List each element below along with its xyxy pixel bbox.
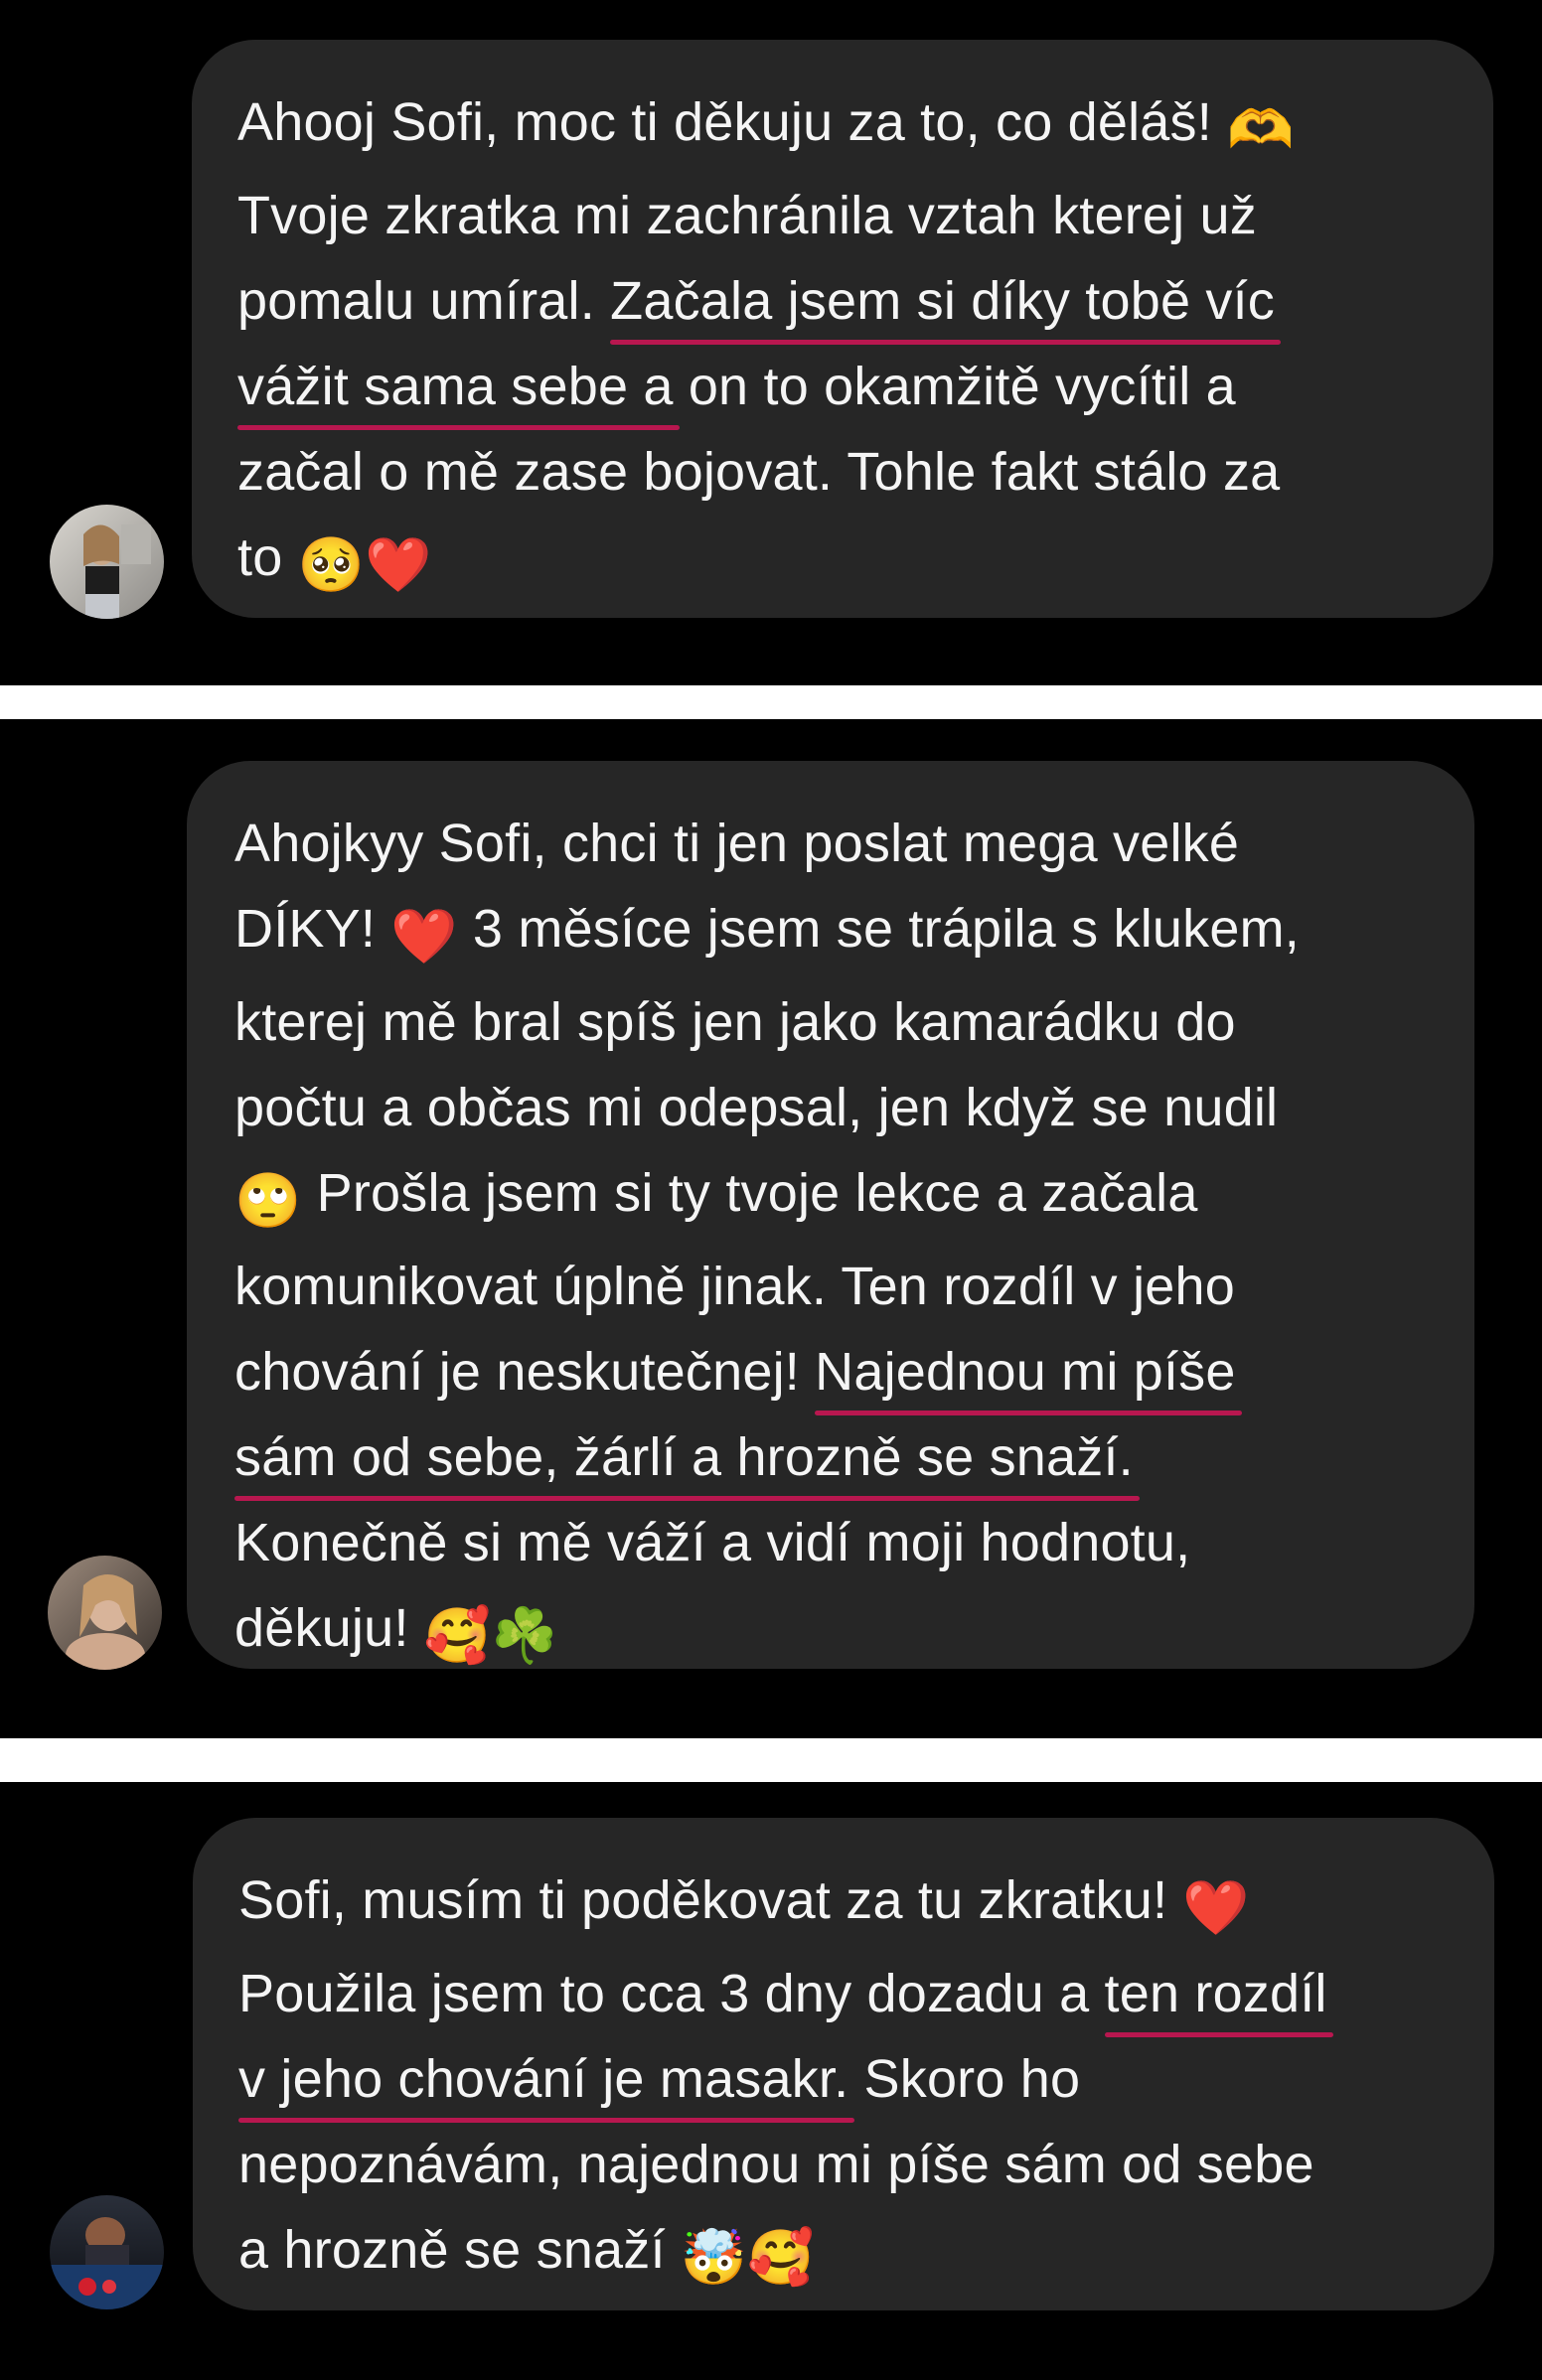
message-line: a hrozně se snaží 🤯🥰	[238, 2207, 1494, 2301]
message-text-segment: DÍKY!	[234, 899, 391, 959]
message-text-segment: Ahojkyy Sofi, chci ti jen poslat mega ve…	[234, 814, 1240, 873]
message-bubble: Ahojkyy Sofi, chci ti jen poslat mega ve…	[187, 761, 1474, 1669]
highlighted-text-underlined: v jeho chování je masakr.	[238, 2049, 849, 2109]
message-line: komunikovat úplně jinak. Ten rozdíl v je…	[234, 1244, 1474, 1329]
message-text-segment: nepoznávám, najednou mi píše sám od sebe	[238, 2135, 1314, 2194]
message-text: Sofi, musím ti poděkovat za tu zkratku! …	[238, 1858, 1494, 2301]
message-line: kterej mě bral spíš jen jako kamarádku d…	[234, 979, 1474, 1065]
message-line: 🙄 Prošla jsem si ty tvoje lekce a začala	[234, 1150, 1474, 1244]
message-text-segment: pomalu umíral.	[237, 271, 611, 331]
emoji-icon: 🥺❤️	[297, 535, 432, 595]
message-line: začal o mě zase bojovat. Tohle fakt stál…	[237, 429, 1493, 515]
message-line: DÍKY! ❤️ 3 měsíce jsem se trápila s kluk…	[234, 886, 1474, 979]
highlighted-text-underlined: Najednou mi píše	[815, 1342, 1236, 1402]
highlighted-text-underlined: ten rozdíl	[1104, 1964, 1327, 2023]
message-text-segment: on to okamžitě vycítil a	[673, 357, 1236, 416]
emoji-icon: 🥰☘️	[423, 1606, 558, 1666]
emoji-icon: ❤️	[1182, 1878, 1250, 1938]
message-bubble: Sofi, musím ti poděkovat za tu zkratku! …	[193, 1818, 1494, 2310]
message-line: Tvoje zkratka mi zachránila vztah kterej…	[237, 173, 1493, 258]
message-text-segment: Použila jsem to cca 3 dny dozadu a	[238, 1964, 1105, 2023]
emoji-icon: 🤯🥰	[680, 2228, 815, 2288]
message-text-segment: Tvoje zkratka mi zachránila vztah kterej…	[237, 186, 1257, 245]
message-line: chování je neskutečnej! Najednou mi píše	[234, 1329, 1474, 1414]
message-text-segment: Ahooj Sofi, moc ti děkuju za to, co dělá…	[237, 92, 1228, 152]
user-avatar-photo-icon	[50, 2195, 164, 2309]
message-text-segment: počtu a občas mi odepsal, jen když se nu…	[234, 1078, 1279, 1137]
message-text-segment: kterej mě bral spíš jen jako kamarádku d…	[234, 992, 1236, 1052]
testimonial-panel-3: Sofi, musím ti poděkovat za tu zkratku! …	[0, 1782, 1542, 2380]
emoji-icon: 🫶	[1227, 100, 1295, 160]
message-text-segment: to	[237, 527, 298, 587]
highlighted-text-underlined: sám od sebe, žárlí a hrozně se snaží.	[234, 1427, 1134, 1487]
sender-avatar[interactable]	[48, 1556, 162, 1670]
sender-avatar[interactable]	[50, 2195, 164, 2309]
message-text-segment: děkuju!	[234, 1598, 424, 1658]
message-text-segment: a hrozně se snaží	[238, 2220, 681, 2280]
sender-avatar[interactable]	[50, 505, 164, 619]
message-line: počtu a občas mi odepsal, jen když se nu…	[234, 1065, 1474, 1150]
message-line: děkuju! 🥰☘️	[234, 1585, 1474, 1679]
highlighted-text-underlined: vážit sama sebe a	[237, 357, 674, 416]
message-text-segment: Konečně si mě váží a vidí moji hodnotu,	[234, 1513, 1191, 1572]
message-line: to 🥺❤️	[237, 515, 1493, 608]
user-avatar-photo-icon	[48, 1556, 162, 1670]
message-line: sám od sebe, žárlí a hrozně se snaží.	[234, 1414, 1474, 1500]
message-text-segment: začal o mě zase bojovat. Tohle fakt stál…	[237, 442, 1281, 502]
message-text-segment: 3 měsíce jsem se trápila s klukem,	[457, 899, 1300, 959]
message-text-segment: Skoro ho	[848, 2049, 1081, 2109]
message-line: Konečně si mě váží a vidí moji hodnotu,	[234, 1500, 1474, 1585]
emoji-icon: ❤️	[390, 907, 458, 967]
message-text-segment: Prošla jsem si ty tvoje lekce a začala	[301, 1163, 1198, 1223]
message-line: vážit sama sebe a on to okamžitě vycítil…	[237, 344, 1493, 429]
testimonial-panel-1: Ahooj Sofi, moc ti děkuju za to, co dělá…	[0, 0, 1542, 685]
user-avatar-photo-icon	[50, 505, 164, 619]
testimonial-panel-2: Ahojkyy Sofi, chci ti jen poslat mega ve…	[0, 719, 1542, 1738]
message-line: Použila jsem to cca 3 dny dozadu a ten r…	[238, 1951, 1494, 2036]
message-line: Ahojkyy Sofi, chci ti jen poslat mega ve…	[234, 801, 1474, 886]
message-line: Sofi, musím ti poděkovat za tu zkratku! …	[238, 1858, 1494, 1951]
message-text-segment: komunikovat úplně jinak. Ten rozdíl v je…	[234, 1257, 1235, 1316]
message-text: Ahojkyy Sofi, chci ti jen poslat mega ve…	[234, 801, 1474, 1679]
message-text: Ahooj Sofi, moc ti děkuju za to, co dělá…	[237, 79, 1493, 608]
message-text-segment: Sofi, musím ti poděkovat za tu zkratku!	[238, 1870, 1183, 1930]
message-line: v jeho chování je masakr. Skoro ho	[238, 2036, 1494, 2122]
highlighted-text-underlined: Začala jsem si díky tobě víc	[610, 271, 1275, 331]
emoji-icon: 🙄	[234, 1171, 302, 1231]
message-line: Ahooj Sofi, moc ti děkuju za to, co dělá…	[237, 79, 1493, 173]
message-line: pomalu umíral. Začala jsem si díky tobě …	[237, 258, 1493, 344]
message-text-segment: chování je neskutečnej!	[234, 1342, 816, 1402]
message-bubble: Ahooj Sofi, moc ti děkuju za to, co dělá…	[192, 40, 1493, 618]
message-line: nepoznávám, najednou mi píše sám od sebe	[238, 2122, 1494, 2207]
